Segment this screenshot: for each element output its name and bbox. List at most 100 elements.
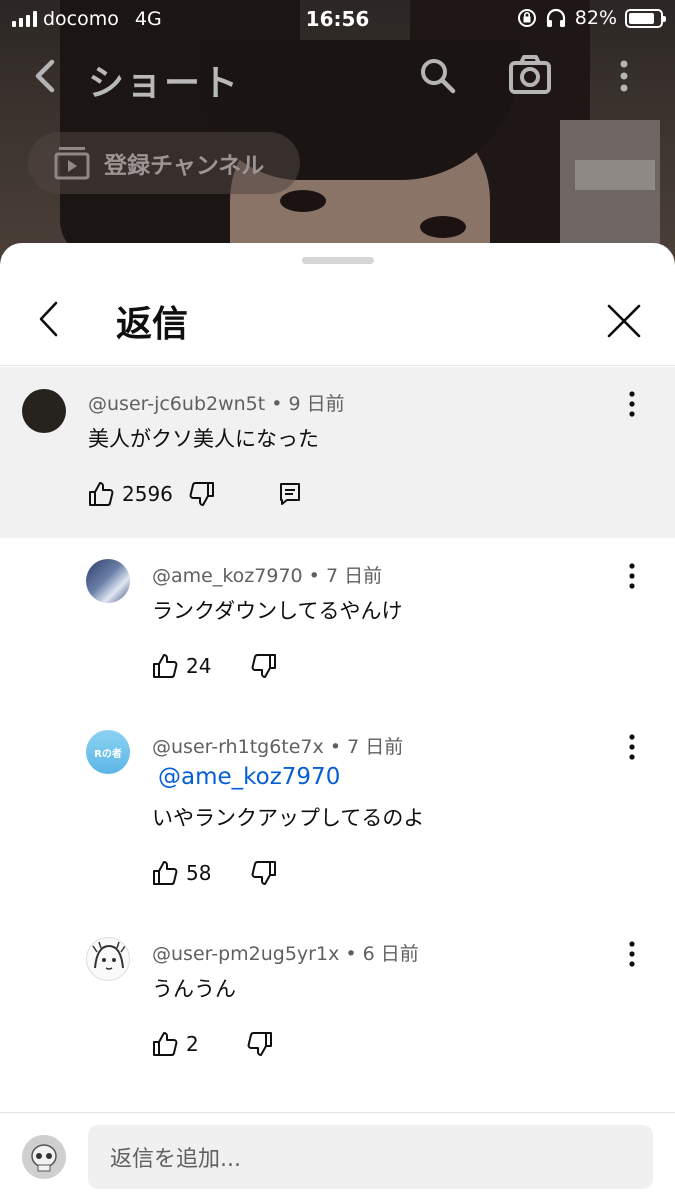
comment-author[interactable]: @ame_koz7970	[152, 565, 303, 587]
back-button[interactable]	[28, 56, 60, 100]
camera-button[interactable]	[508, 54, 552, 100]
meta-separator: •	[271, 393, 283, 415]
thumbs-up-icon	[153, 861, 178, 885]
comment-text: うんうん	[152, 977, 236, 1001]
parent-comment: @user-jc6ub2wn5t • 9 日前 美人がクソ美人になった 2596	[0, 367, 675, 538]
comment-age: 7 日前	[347, 736, 404, 758]
avatar[interactable]	[22, 389, 66, 433]
subscriptions-icon	[54, 147, 90, 180]
like-button[interactable]: 2596	[88, 481, 173, 507]
thumbs-down-icon	[252, 654, 277, 678]
comment-actions: 2596	[88, 481, 301, 507]
drag-handle[interactable]	[302, 257, 374, 264]
avatar[interactable]: Rの者	[86, 730, 130, 774]
thumbs-down-icon	[247, 1032, 272, 1056]
anime-avatar-drawing	[92, 941, 126, 970]
comment-menu-button[interactable]	[620, 732, 644, 766]
comment-age: 6 日前	[362, 943, 419, 965]
thumbs-up-icon	[89, 482, 114, 506]
comment-age: 7 日前	[325, 565, 383, 587]
subscribed-channels-chip[interactable]: 登録チャンネル	[28, 132, 300, 194]
thumbs-down-icon	[189, 482, 214, 506]
replies-sheet: 返信 @user-jc6ub2wn5t • 9 日前 美人がクソ美人になった 2…	[0, 243, 675, 1200]
comment-text: 美人がクソ美人になった	[88, 427, 319, 451]
like-button[interactable]: 58	[152, 860, 211, 886]
comment-text: ランクダウンしてるやんけ	[152, 599, 403, 623]
dislike-button[interactable]	[247, 1031, 273, 1057]
more-vert-icon	[629, 734, 635, 760]
more-vert-icon	[620, 60, 628, 92]
sheet-header: 返信	[0, 273, 675, 366]
like-count: 24	[186, 654, 212, 678]
like-button[interactable]: 2	[152, 1031, 199, 1057]
more-vert-icon	[629, 941, 635, 967]
reply-item: @user-pm2ug5yr1x • 6 日前 うんうん 2	[0, 931, 675, 1091]
comment-menu-button[interactable]	[620, 939, 644, 973]
like-count: 2	[186, 1032, 199, 1056]
comment-meta: @ame_koz7970 • 7 日前	[152, 561, 382, 588]
video-scene-eye	[420, 216, 466, 238]
sheet-back-button[interactable]	[36, 299, 62, 343]
reply-item: @ame_koz7970 • 7 日前 ランクダウンしてるやんけ 24	[0, 553, 675, 713]
chevron-left-icon	[39, 301, 58, 337]
comment-age: 9 日前	[288, 393, 345, 415]
battery-percent: 82%	[574, 7, 617, 29]
meta-separator: •	[329, 736, 342, 758]
reply-input[interactable]: 返信を追加...	[88, 1125, 653, 1189]
dislike-button[interactable]	[189, 481, 215, 507]
thumbs-down-icon	[252, 861, 277, 885]
camera-icon	[509, 55, 551, 94]
comment-author[interactable]: @user-jc6ub2wn5t	[88, 393, 265, 415]
more-vert-icon	[629, 391, 635, 417]
subscribed-channels-label: 登録チャンネル	[104, 153, 265, 179]
avatar[interactable]	[86, 559, 130, 603]
meta-separator: •	[308, 565, 320, 587]
meta-separator: •	[345, 943, 357, 965]
search-icon	[421, 59, 456, 94]
chevron-left-icon	[35, 59, 55, 93]
status-bar: docomo 4G 16:56 82%	[0, 0, 675, 38]
comment-meta: @user-jc6ub2wn5t • 9 日前	[88, 389, 345, 416]
comment-actions: 2	[152, 1031, 273, 1057]
current-user-avatar	[22, 1135, 66, 1179]
video-scene-wall	[560, 120, 660, 260]
dislike-button[interactable]	[251, 653, 277, 679]
comment-meta: @user-pm2ug5yr1x • 6 日前	[152, 939, 419, 966]
close-icon	[607, 304, 641, 338]
video-background[interactable]	[0, 0, 675, 260]
comment-author[interactable]: @user-rh1tg6te7x	[152, 736, 324, 758]
sheet-title: 返信	[116, 304, 189, 345]
status-right: 82%	[517, 7, 666, 29]
thumbs-up-icon	[153, 654, 178, 678]
dislike-button[interactable]	[251, 860, 277, 886]
more-options-button[interactable]	[612, 56, 636, 100]
reply-item: Rの者 @user-rh1tg6te7x • 7 日前 @ame_koz7970…	[0, 724, 675, 924]
search-button[interactable]	[418, 56, 458, 100]
video-scene-wall	[575, 160, 655, 190]
avatar[interactable]	[86, 937, 130, 981]
reply-composer: 返信を追加...	[0, 1112, 675, 1200]
comment-actions: 24	[152, 653, 277, 679]
skull-avatar-image	[22, 1135, 66, 1179]
comment-author[interactable]: @user-pm2ug5yr1x	[152, 943, 339, 965]
like-count: 2596	[122, 482, 173, 506]
page-title: ショート	[88, 63, 241, 104]
reply-button[interactable]	[279, 482, 301, 506]
close-button[interactable]	[606, 303, 642, 343]
headphones-icon	[546, 8, 565, 27]
avatar-text: Rの者	[94, 748, 122, 760]
rotation-lock-icon	[517, 9, 536, 27]
video-scene-eye	[280, 190, 326, 212]
comment-menu-button[interactable]	[620, 561, 644, 595]
like-count: 58	[186, 861, 212, 885]
mention-link[interactable]: @ame_koz7970	[158, 764, 340, 790]
shorts-app-bar: ショート	[0, 48, 675, 104]
comment-meta: @user-rh1tg6te7x • 7 日前	[152, 732, 403, 759]
battery-icon	[625, 8, 666, 28]
like-button[interactable]: 24	[152, 653, 211, 679]
reply-input-placeholder: 返信を追加...	[110, 1147, 241, 1172]
comment-menu-button[interactable]	[620, 389, 644, 423]
comment-actions: 58	[152, 860, 277, 886]
reply-comment-icon	[279, 483, 300, 505]
comment-text: いやランクアップしてるのよ	[152, 806, 425, 830]
